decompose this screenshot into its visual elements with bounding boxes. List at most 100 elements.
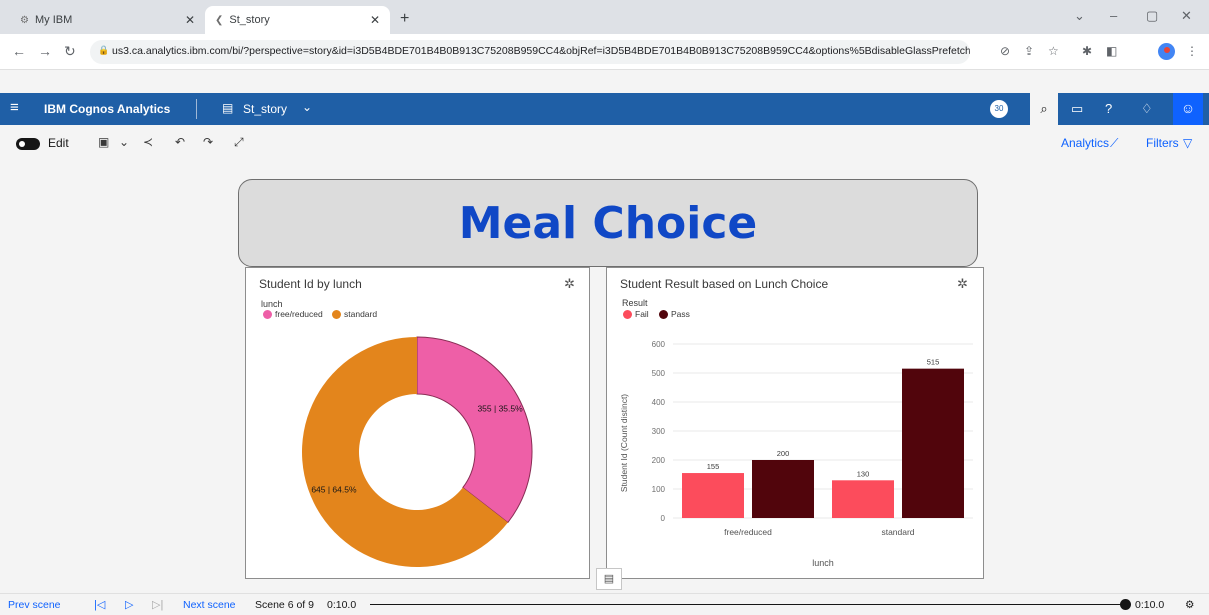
settings-icon[interactable]: ✲	[957, 276, 968, 292]
legend-item-free-reduced[interactable]: free/reduced	[263, 309, 323, 319]
timeline-handle[interactable]	[1120, 599, 1131, 610]
settings-icon[interactable]: ⚙	[1185, 599, 1194, 611]
user-icon[interactable]: ☺	[1173, 93, 1203, 125]
kebab-menu-icon[interactable]: ⋮	[1186, 44, 1198, 58]
donut-data-label: 645 | 64.5%	[311, 485, 357, 495]
app-header: ≡ IBM Cognos Analytics ▤ St_story ⌄ 30 ⌕…	[0, 93, 1209, 125]
donut-chart-panel[interactable]: Student Id by lunch ✲ lunch free/reduced…	[245, 267, 590, 579]
side-panel-icon[interactable]: ◧	[1106, 44, 1117, 58]
forward-icon[interactable]: →	[38, 43, 52, 59]
share-icon[interactable]: ⇪	[1024, 44, 1034, 58]
browser-toolbar: ← → ↻ 🔒 us3.ca.analytics.ibm.com/bi/?per…	[0, 34, 1209, 70]
legend-swatch	[659, 309, 668, 319]
skip-forward-icon[interactable]: ▷|	[152, 598, 163, 611]
play-icon[interactable]: ▷	[125, 598, 133, 611]
bar-data-label: 515	[927, 358, 940, 367]
bar-fail	[682, 473, 744, 518]
close-tab-icon[interactable]: ✕	[185, 13, 195, 27]
legend-title: Result	[622, 298, 648, 308]
redo-icon[interactable]: ↷	[203, 135, 213, 149]
window-close-icon[interactable]: ✕	[1181, 8, 1192, 24]
tab-label: My IBM	[34, 14, 73, 26]
help-icon[interactable]: ?	[1105, 101, 1112, 116]
legend-label: standard	[344, 309, 378, 319]
scene-counter: Scene 6 of 9	[255, 599, 314, 611]
scene-notes-icon[interactable]: ▤	[596, 568, 622, 590]
close-tab-icon[interactable]: ✕	[370, 13, 380, 27]
extensions-icon[interactable]: ✱	[1082, 44, 1092, 58]
chevron-down-icon[interactable]: ⌄	[119, 135, 129, 149]
restore-icon[interactable]: ▢	[1146, 8, 1158, 24]
legend-item-pass[interactable]: Pass	[659, 309, 690, 319]
legend-swatch	[332, 309, 341, 319]
y-tick-label: 0	[661, 514, 666, 523]
tab-st-story[interactable]: ❮ St_story ✕	[205, 6, 390, 34]
chevron-down-icon[interactable]: ⌄	[302, 100, 312, 114]
bar-data-label: 200	[777, 449, 790, 458]
chat-icon[interactable]: ▭	[1071, 101, 1083, 117]
profile-avatar[interactable]	[1158, 43, 1175, 60]
time-end: 0:10.0	[1135, 599, 1165, 611]
legend-item-standard[interactable]: standard	[332, 309, 377, 319]
ibm-favicon-icon: ⚙	[20, 14, 29, 26]
lock-icon: 🔒	[98, 45, 110, 55]
bar-data-label: 155	[707, 462, 720, 471]
eye-off-icon[interactable]: ⊘	[1000, 44, 1010, 58]
story-name[interactable]: St_story	[243, 102, 287, 116]
back-icon[interactable]: ←	[12, 43, 26, 59]
skip-back-icon[interactable]: |◁	[94, 598, 105, 611]
legend-title: lunch	[261, 299, 283, 309]
edit-toggle[interactable]	[16, 138, 40, 150]
x-tick-label: free/reduced	[724, 527, 772, 537]
y-tick-label: 300	[652, 427, 666, 436]
y-tick-label: 100	[652, 485, 666, 494]
tab-search-icon[interactable]: ⌄	[1074, 8, 1085, 24]
scene-title-box[interactable]: Meal Choice	[238, 179, 978, 267]
address-bar[interactable]: 🔒 us3.ca.analytics.ibm.com/bi/?perspecti…	[90, 40, 970, 64]
y-tick-label: 600	[652, 340, 666, 349]
search-icon[interactable]: ⌕	[1030, 93, 1058, 125]
edit-label: Edit	[48, 136, 69, 150]
bar-data-label: 130	[857, 469, 870, 478]
prev-scene-button[interactable]: Prev scene	[8, 599, 61, 611]
share-icon[interactable]: ≺	[143, 135, 153, 149]
bookmark-star-icon[interactable]: ☆	[1048, 44, 1059, 58]
filter-icon[interactable]: ▽	[1183, 136, 1192, 150]
browser-tab-strip: ⚙ My IBM ✕ ❮ St_story ✕ + ⌄ – ▢ ✕	[0, 0, 1209, 34]
legend-swatch	[263, 309, 272, 319]
minimize-icon[interactable]: –	[1110, 8, 1117, 23]
reload-icon[interactable]: ↻	[64, 43, 76, 60]
filters-button[interactable]: Filters	[1146, 136, 1179, 150]
tab-label: St_story	[229, 14, 270, 26]
x-tick-label: standard	[881, 527, 914, 537]
x-axis-title: lunch	[812, 558, 834, 568]
undo-icon[interactable]: ↶	[175, 135, 185, 149]
expand-icon[interactable]: ⤢	[234, 135, 244, 150]
bar-chart-panel[interactable]: Student Result based on Lunch Choice ✲ R…	[606, 267, 984, 579]
settings-icon[interactable]: ✲	[564, 276, 575, 292]
bell-icon[interactable]: ♢	[1141, 101, 1153, 117]
bar-pass	[902, 368, 964, 518]
timeline-track[interactable]	[370, 604, 1126, 605]
analytics-button[interactable]: Analytics	[1061, 136, 1109, 150]
bar-chart-title: Student Result based on Lunch Choice	[620, 277, 829, 291]
donut-data-label: 355 | 35.5%	[477, 403, 523, 413]
analytics-icon[interactable]: ⟋	[1110, 136, 1118, 151]
legend-swatch	[623, 309, 632, 319]
save-icon[interactable]: ▣	[98, 135, 109, 149]
donut-chart-title: Student Id by lunch	[259, 277, 362, 291]
story-canvas: Meal Choice Student Id by lunch ✲ lunch …	[0, 163, 1209, 593]
tab-my-ibm[interactable]: ⚙ My IBM ✕	[10, 6, 205, 34]
hamburger-menu-icon[interactable]: ≡	[10, 99, 19, 116]
y-tick-label: 500	[652, 369, 666, 378]
y-axis-title: Student Id (Count distinct)	[619, 394, 629, 492]
y-tick-label: 400	[652, 398, 666, 407]
url-text: us3.ca.analytics.ibm.com/bi/?perspective…	[112, 45, 970, 57]
scene-title: Meal Choice	[458, 197, 758, 249]
story-toolbar: Edit ▣ ⌄ ≺ ↶ ↷ ⤢ Analytics ⟋ Filters ▽	[0, 125, 1209, 163]
notification-count-badge[interactable]: 30	[990, 100, 1008, 118]
new-tab-icon[interactable]: +	[400, 10, 409, 28]
legend-label: Fail	[635, 309, 649, 319]
next-scene-button[interactable]: Next scene	[183, 599, 236, 611]
legend-item-fail[interactable]: Fail	[623, 309, 649, 319]
